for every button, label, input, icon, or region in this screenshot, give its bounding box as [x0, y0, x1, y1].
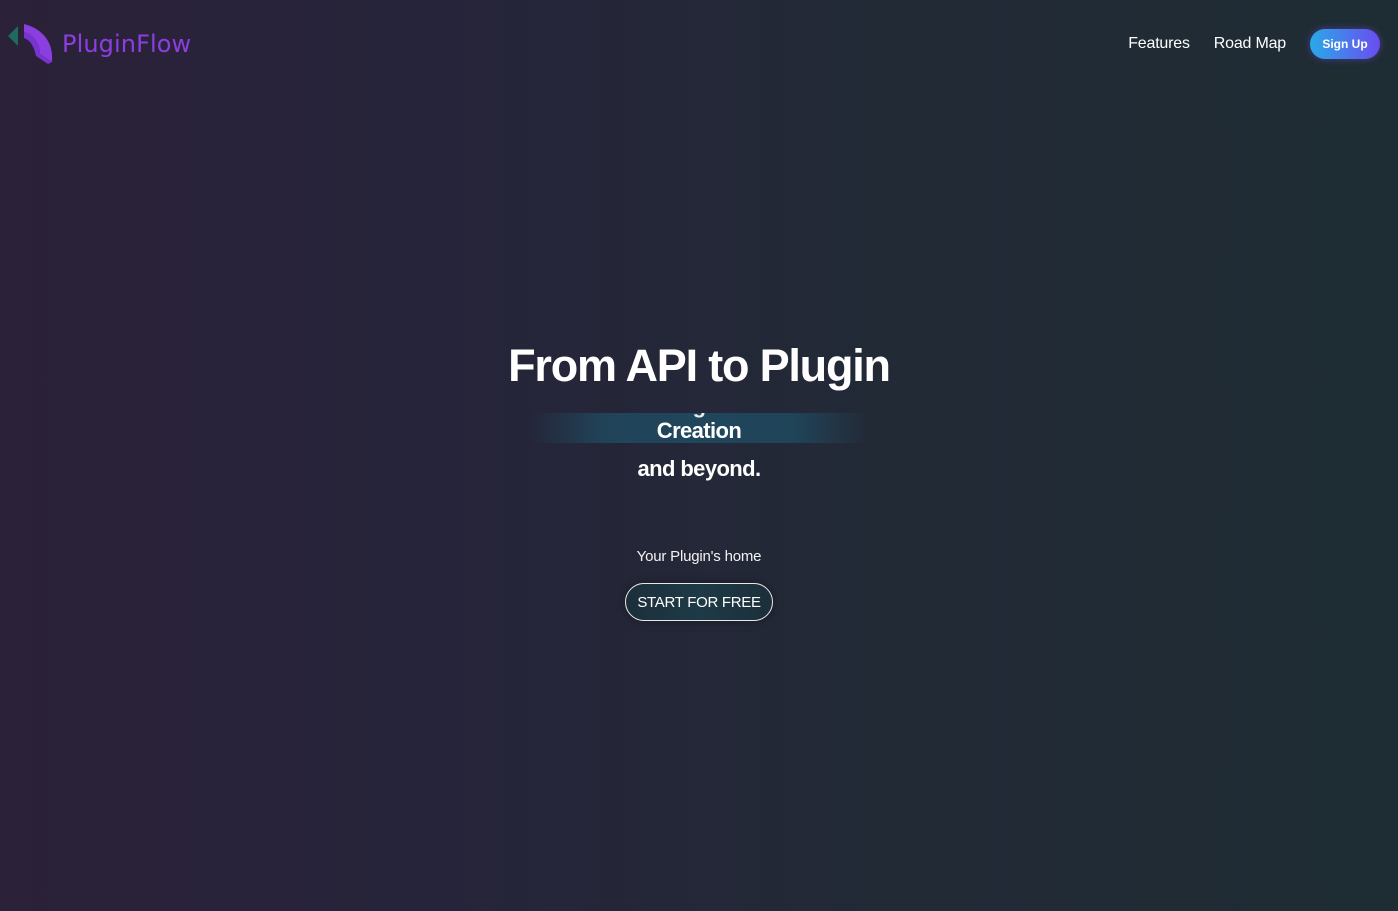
rotating-word-band: g Creation	[529, 413, 869, 443]
rotating-word: Creation	[656, 418, 742, 443]
hero-title: From API to Plugin	[508, 340, 891, 391]
hero-tagline: Your Plugin's home	[636, 548, 762, 565]
start-for-free-button[interactable]: START FOR FREE	[625, 583, 773, 621]
hero-subtitle: and beyond.	[637, 456, 762, 481]
hero-section: From API to Plugin g Creation and beyond…	[0, 0, 1398, 911]
